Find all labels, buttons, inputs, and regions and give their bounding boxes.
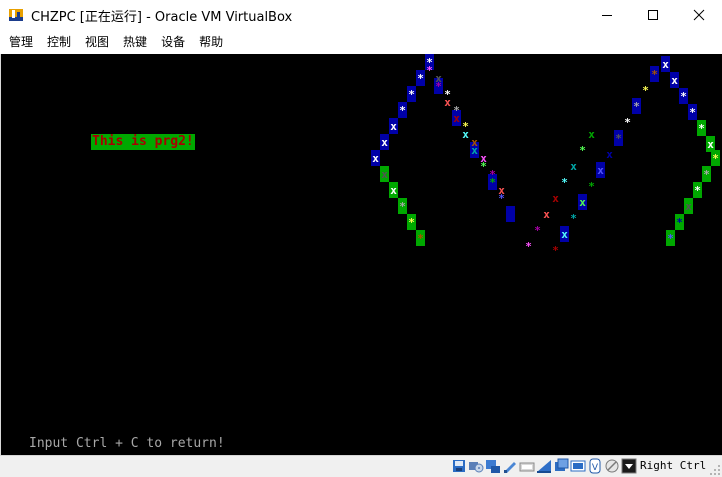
- shared-folders-icon[interactable]: [536, 458, 552, 474]
- star-char: *: [426, 64, 433, 77]
- star-char: *: [534, 224, 541, 237]
- star-char: *: [689, 106, 696, 119]
- star-char: *: [642, 84, 649, 97]
- usb-icon[interactable]: [519, 458, 535, 474]
- star-char: *: [507, 208, 514, 221]
- star-wave-animation: xxx****xx*****xxxx****x***xx*x*x*x*xx***…: [1, 54, 722, 455]
- close-icon: [693, 9, 705, 21]
- star-char: *: [694, 184, 701, 197]
- star-char: *: [417, 232, 424, 245]
- star-char: x: [543, 208, 550, 221]
- star-char: *: [698, 122, 705, 135]
- star-char: x: [561, 228, 568, 241]
- star-char: x: [662, 58, 669, 71]
- keyboard-icon[interactable]: [621, 458, 637, 474]
- star-char: *: [399, 104, 406, 117]
- svg-text:V: V: [592, 463, 599, 473]
- star-char: *: [703, 168, 710, 181]
- minimize-button[interactable]: [584, 0, 630, 30]
- host-key-label[interactable]: Right Ctrl: [640, 459, 706, 472]
- star-char: x: [671, 74, 678, 87]
- star-char: x: [435, 72, 442, 85]
- virtualbox-app-icon: [8, 7, 24, 23]
- optical-drive-icon[interactable]: [468, 458, 484, 474]
- return-prompt: Input Ctrl + C to return!: [29, 436, 225, 452]
- star-char: x: [390, 120, 397, 133]
- vm-guest-screen[interactable]: xxx****xx*****xxxx****x***xx*x*x*x*xx***…: [0, 54, 722, 455]
- star-char: *: [624, 116, 631, 129]
- network-icon[interactable]: [502, 458, 518, 474]
- program-message: This is prg2!: [91, 134, 195, 150]
- video-capture-icon[interactable]: [570, 458, 586, 474]
- status-bar: V Right Ctrl: [0, 455, 722, 477]
- star-char: *: [408, 88, 415, 101]
- star-char: *: [680, 90, 687, 103]
- star-char: *: [408, 216, 415, 229]
- title-bar[interactable]: CHZPC [正在运行] - Oracle VM VirtualBox: [0, 0, 722, 30]
- star-char: *: [712, 152, 719, 165]
- star-char: x: [570, 160, 577, 173]
- star-char: *: [525, 240, 532, 253]
- resize-grip-icon[interactable]: [709, 464, 721, 476]
- star-char: x: [597, 164, 604, 177]
- window-title: CHZPC [正在运行] - Oracle VM VirtualBox: [31, 6, 292, 25]
- star-char: *: [399, 200, 406, 213]
- maximize-icon: [647, 9, 659, 21]
- menu-hotkeys[interactable]: 热键: [116, 30, 154, 54]
- star-char: *: [489, 168, 496, 181]
- star-char: *: [462, 120, 469, 133]
- star-char: x: [372, 152, 379, 165]
- star-char: x: [707, 138, 714, 151]
- star-char: *: [667, 232, 674, 245]
- star-char: x: [552, 192, 559, 205]
- star-char: x: [588, 128, 595, 141]
- star-char: x: [471, 136, 478, 149]
- star-char: x: [381, 168, 388, 181]
- star-char: x: [390, 184, 397, 197]
- star-char: x: [606, 148, 613, 161]
- audio-icon[interactable]: [485, 458, 501, 474]
- menu-machine[interactable]: 管理: [0, 30, 40, 54]
- star-char: *: [676, 216, 683, 229]
- star-char: x: [480, 152, 487, 165]
- minimize-icon: [601, 9, 613, 21]
- star-char: x: [381, 136, 388, 149]
- maximize-button[interactable]: [630, 0, 676, 30]
- star-char: *: [651, 68, 658, 81]
- mouse-integration-icon[interactable]: [604, 458, 620, 474]
- hard-disk-icon[interactable]: [451, 458, 467, 474]
- menu-bar: 管理 控制 视图 热键 设备 帮助: [0, 30, 722, 54]
- star-char: x: [685, 200, 692, 213]
- star-char: *: [615, 132, 622, 145]
- star-char: *: [561, 176, 568, 189]
- menu-view[interactable]: 视图: [78, 30, 116, 54]
- star-char: *: [633, 100, 640, 113]
- star-char: *: [579, 144, 586, 157]
- virtualization-icon[interactable]: V: [587, 458, 603, 474]
- menu-control[interactable]: 控制: [40, 30, 78, 54]
- menu-devices[interactable]: 设备: [154, 30, 192, 54]
- star-char: x: [498, 184, 505, 197]
- star-char: *: [417, 72, 424, 85]
- star-char: x: [579, 196, 586, 209]
- star-char: *: [570, 212, 577, 225]
- star-char: *: [453, 104, 460, 117]
- menu-help[interactable]: 帮助: [192, 30, 230, 54]
- star-char: *: [444, 88, 451, 101]
- close-button[interactable]: [676, 0, 722, 30]
- device-status-icons: V: [451, 458, 637, 474]
- star-char: *: [552, 244, 559, 257]
- star-char: *: [588, 180, 595, 193]
- display-icon[interactable]: [553, 458, 569, 474]
